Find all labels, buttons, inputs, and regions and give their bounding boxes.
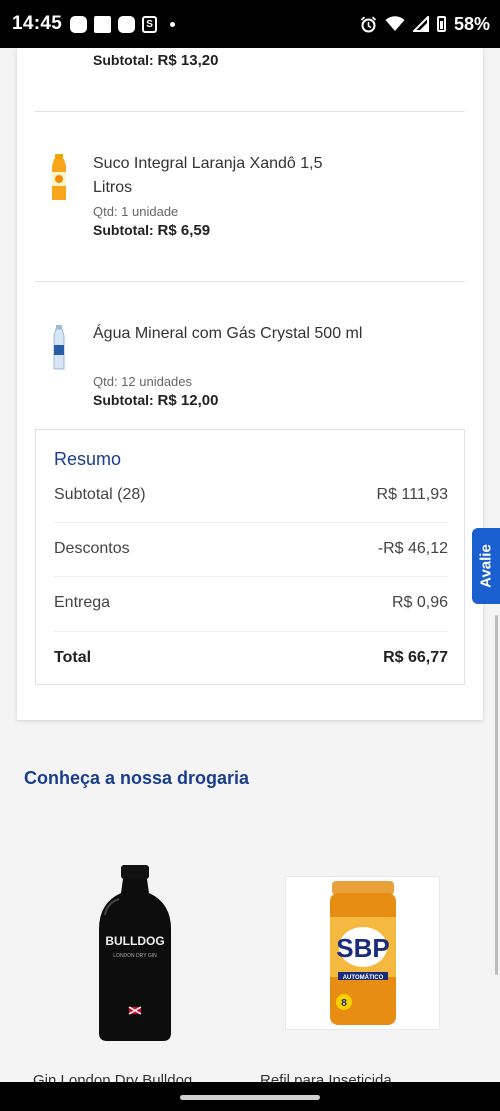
product-card-gin[interactable]: BULLDOG LONDON DRY GIN [45,855,225,1055]
alarm-icon [360,16,377,32]
summary-total-value: R$ 66,77 [383,649,448,666]
item-quantity: Qtd: 12 unidades [93,374,193,389]
item-subtotal: Subtotal: R$ 6,59 [93,222,211,239]
summary-delivery-row: Entrega R$ 0,96 [54,594,448,612]
shopping-bag-icon: S [142,15,158,33]
summary-subtotal-value: R$ 111,93 [376,486,448,503]
status-bar: 14:45 S 58% [0,0,500,48]
summary-discount-row: Descontos -R$ 46,12 [54,540,448,558]
summary-discount-label: Descontos [54,540,130,557]
more-notifications-dot [170,21,176,27]
item-subtotal-value: R$ 12,00 [157,392,219,409]
item-quantity: Qtd: 1 unidade [93,204,179,219]
summary-title: Resumo [54,449,122,469]
item-divider [35,111,465,112]
gin-bottle-image: BULLDOG LONDON DRY GIN [99,865,171,1041]
signal-icon [412,16,429,32]
summary-total-row: Total R$ 66,77 [54,649,448,667]
item-subtotal: Subtotal: R$ 12,00 [93,392,219,409]
summary-divider [54,631,448,632]
notification-app-icon [70,15,88,33]
summary-delivery-value: R$ 0,96 [391,594,448,611]
svg-text:LONDON DRY GIN: LONDON DRY GIN [113,953,157,959]
notification-icons: S [70,15,176,33]
item-divider [35,281,465,282]
order-card: Subtotal: R$ 13,20 Suco Integral Laranja… [17,48,483,720]
insecticide-can-image: SBP AUTOMÁTICO 8 [330,881,396,1025]
svg-text:BULLDOG: BULLDOG [105,934,164,948]
drugstore-section-title: Conheça a nossa drogaria [24,768,250,788]
home-gesture-handle[interactable] [180,1095,320,1100]
svg-text:8: 8 [341,998,347,1009]
summary-subtotal-label: Subtotal (28) [54,486,146,503]
scrollbar[interactable] [495,615,498,975]
battery-level: 58% [453,13,490,34]
item-name: Suco Integral Laranja Xandô 1,5 Litros [93,155,323,196]
svg-text:SBP: SBP [336,933,389,963]
summary-divider [54,522,448,523]
product-thumbnail-orange-juice [41,152,77,204]
product-card-insecticide[interactable]: SBP AUTOMÁTICO 8 [285,876,440,1030]
summary-subtotal-row: Subtotal (28) R$ 111,93 [54,486,448,504]
system-status: 58% [360,14,490,35]
summary-total-label: Total [54,649,92,666]
summary-divider [54,576,448,577]
summary-discount-value: -R$ 46,12 [377,540,448,557]
product-thumbnail-water-bottle [41,322,77,374]
feedback-tab-label: Avalie [477,544,495,588]
battery-icon [436,16,446,32]
order-summary: Resumo Subtotal (28) R$ 111,93 Descontos… [35,429,465,685]
notification-app-icon [94,15,112,33]
feedback-tab[interactable]: Avalie [472,528,500,604]
summary-delivery-label: Entrega [54,594,111,611]
item-subtotal-value: R$ 13,20 [157,52,219,69]
item-subtotal: Subtotal: R$ 13,20 [93,52,219,69]
svg-text:AUTOMÁTICO: AUTOMÁTICO [343,974,384,981]
item-name: Água Mineral com Gás Crystal 500 ml [93,325,363,342]
wifi-icon [385,16,405,31]
clock: 14:45 [12,13,63,34]
notification-app-icon [118,15,136,33]
item-subtotal-value: R$ 6,59 [157,222,211,239]
